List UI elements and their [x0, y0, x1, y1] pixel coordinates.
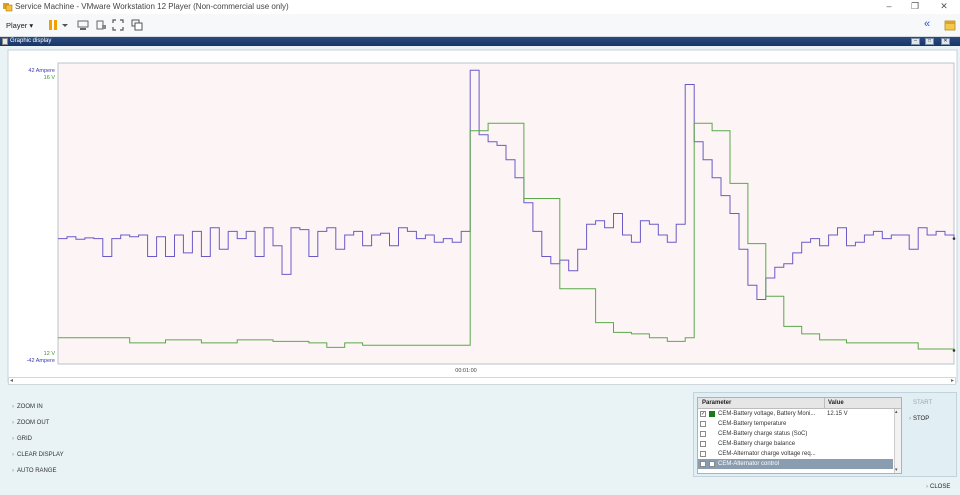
series-color-swatch [709, 411, 715, 417]
parameter-scrollbar[interactable]: ▴ ▾ [894, 409, 901, 473]
horizontal-scrollbar[interactable]: ◂ ▸ [8, 377, 956, 385]
parameter-row[interactable]: ✓ CEM-Battery voltage, Battery Moni... 1… [698, 409, 893, 419]
minimize-button[interactable]: – [882, 1, 896, 11]
grid-button[interactable]: › GRID [12, 436, 32, 442]
document-icon [2, 38, 8, 45]
graphic-display-titlebar: Graphic display – □ ✕ [0, 37, 960, 46]
parameter-row[interactable]: CEM-Battery temperature [698, 419, 893, 429]
series-color-swatch [709, 461, 715, 467]
restore-button[interactable]: ❐ [908, 1, 922, 12]
start-button[interactable]: START [913, 400, 932, 406]
y-axis-bottom-voltage-label: 12 V [44, 351, 56, 357]
removable-devices-icon[interactable] [95, 19, 107, 31]
scroll-down-icon[interactable]: ▾ [895, 467, 898, 473]
clear-display-button[interactable]: › CLEAR DISPLAY [12, 452, 64, 458]
parameter-name: CEM-Battery charge status (SoC) [718, 431, 808, 437]
collapse-icon[interactable]: « [924, 18, 930, 30]
close-button[interactable]: › CLOSE [926, 484, 950, 490]
zoom-in-button[interactable]: › ZOOM IN [12, 404, 43, 410]
zoom-out-button[interactable]: › ZOOM OUT [12, 420, 49, 426]
parameter-checkbox[interactable] [700, 451, 706, 457]
player-menu[interactable]: Player ▾ [6, 21, 33, 30]
vm-toolbar: Player ▾ « [0, 14, 960, 37]
value-column-header[interactable]: Value [828, 400, 844, 406]
parameter-checkbox[interactable]: ✓ [700, 411, 706, 417]
pause-icon[interactable] [47, 19, 59, 31]
fullscreen-icon[interactable] [112, 19, 124, 31]
send-keys-icon[interactable] [77, 19, 89, 31]
scroll-right-icon[interactable]: ▸ [951, 377, 954, 384]
chevron-down-icon[interactable] [61, 19, 69, 31]
parameter-value: 12.15 V [827, 411, 848, 417]
signal-chart[interactable]: 42 Ampere 16 V 12 V -42 Ampere 00:01:00 [0, 46, 960, 386]
graphic-display-title: Graphic display [10, 38, 52, 44]
scroll-left-icon[interactable]: ◂ [10, 377, 13, 384]
auto-range-button[interactable]: › AUTO RANGE [12, 468, 57, 474]
series-end-point-voltage [952, 349, 956, 352]
scroll-up-icon[interactable]: ▴ [895, 409, 898, 415]
parameter-row-selected[interactable]: CEM-Alternator control [698, 459, 893, 469]
parameter-table-header: Parameter Value [698, 398, 901, 409]
parameter-table: Parameter Value ✓ CEM-Battery voltage, B… [697, 397, 902, 474]
parameter-checkbox[interactable] [700, 431, 706, 437]
unity-icon[interactable] [131, 19, 143, 31]
sub-maximize-button[interactable]: □ [925, 38, 934, 45]
vmware-app-icon [3, 3, 13, 12]
close-window-button[interactable]: ✕ [937, 1, 951, 12]
parameter-column-header[interactable]: Parameter [702, 400, 731, 406]
series-end-point-current [952, 237, 956, 240]
graph-area: 42 Ampere 16 V 12 V -42 Ampere 00:01:00 [0, 46, 960, 386]
parameter-row[interactable]: CEM-Battery charge balance [698, 439, 893, 449]
parameter-checkbox[interactable] [700, 441, 706, 447]
window-titlebar: Service Machine - VMware Workstation 12 … [0, 0, 960, 14]
parameter-row[interactable]: CEM-Alternator charge voltage req... [698, 449, 893, 459]
window-title: Service Machine - VMware Workstation 12 … [15, 2, 289, 11]
library-icon[interactable] [944, 19, 956, 31]
parameter-name: CEM-Battery temperature [718, 421, 787, 427]
stop-button[interactable]: › STOP [909, 416, 929, 422]
parameter-name: CEM-Alternator control [718, 461, 780, 467]
x-tick-label: 00:01:00 [455, 368, 476, 374]
parameter-name: CEM-Battery charge balance [718, 441, 796, 447]
y-axis-top-voltage-label: 16 V [44, 75, 56, 81]
sub-minimize-button[interactable]: – [911, 38, 920, 45]
parameter-row[interactable]: CEM-Battery charge status (SoC) [698, 429, 893, 439]
parameter-name: CEM-Battery voltage, Battery Moni... [718, 411, 816, 417]
y-axis-top-current-label: 42 Ampere [28, 68, 55, 74]
sub-close-button[interactable]: ✕ [941, 38, 950, 45]
parameter-checkbox[interactable] [700, 461, 706, 467]
parameter-name: CEM-Alternator charge voltage req... [718, 451, 816, 457]
y-axis-bottom-current-label: -42 Ampere [27, 358, 55, 364]
plot-background [57, 62, 955, 365]
parameter-checkbox[interactable] [700, 421, 706, 427]
